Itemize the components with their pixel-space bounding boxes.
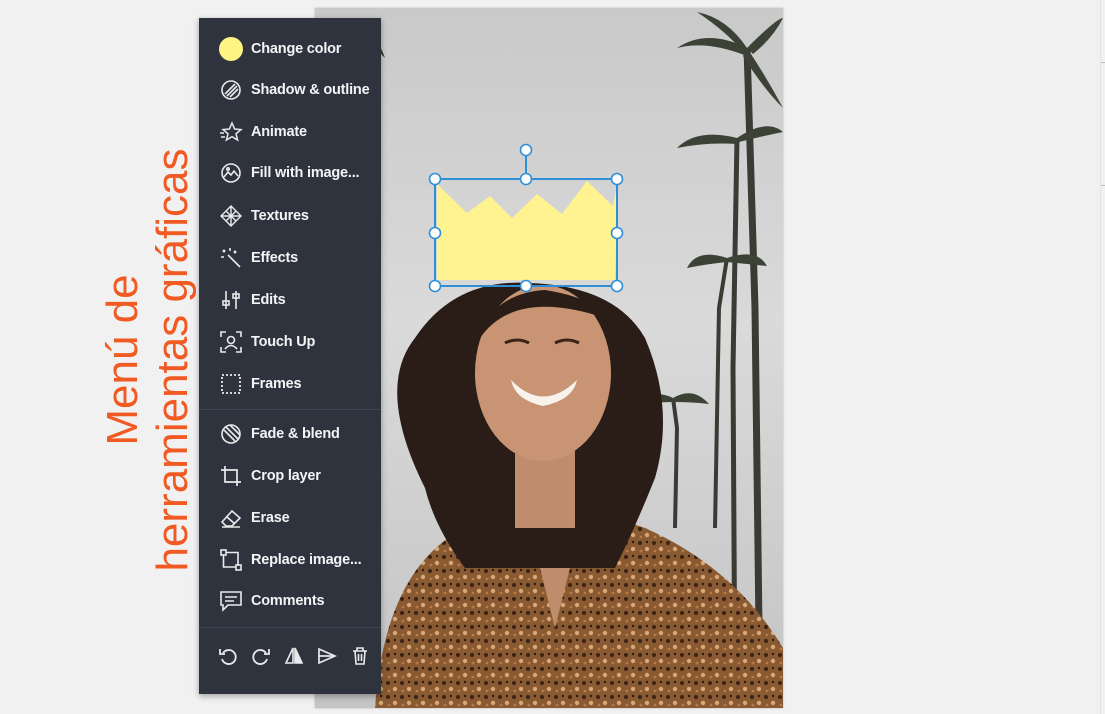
eraser-icon — [219, 506, 243, 530]
fill-image-icon — [219, 161, 243, 185]
menu-item-label: Replace image... — [251, 552, 362, 568]
send-icon[interactable] — [315, 644, 339, 668]
menu-divider — [199, 627, 381, 628]
menu-item-crop-layer[interactable]: Crop layer — [199, 456, 381, 496]
menu-item-label: Frames — [251, 376, 302, 392]
color-swatch-icon — [219, 37, 243, 61]
menu-item-animate[interactable]: Animate — [199, 112, 381, 152]
animate-star-icon — [219, 120, 243, 144]
menu-item-comments[interactable]: Comments — [199, 581, 381, 621]
menu-item-textures[interactable]: Textures — [199, 196, 381, 236]
fade-blend-icon — [219, 422, 243, 446]
trash-icon[interactable] — [348, 644, 372, 668]
menu-item-fill-with-image[interactable]: Fill with image... — [199, 153, 381, 193]
menu-item-shadow-outline[interactable]: Shadow & outline — [199, 70, 381, 110]
menu-item-label: Crop layer — [251, 468, 321, 484]
right-panel-divider — [1100, 0, 1101, 714]
replace-image-icon — [219, 548, 243, 572]
flip-icon[interactable] — [282, 644, 306, 668]
menu-item-label: Change color — [251, 41, 342, 57]
menu-item-edits[interactable]: Edits — [199, 280, 381, 320]
magic-wand-icon — [219, 246, 243, 270]
menu-item-touch-up[interactable]: Touch Up — [199, 322, 381, 362]
panel-tick — [1101, 62, 1105, 63]
menu-item-fade-blend[interactable]: Fade & blend — [199, 414, 381, 454]
menu-item-label: Fill with image... — [251, 165, 360, 181]
menu-item-label: Edits — [251, 292, 286, 308]
graphics-tools-menu: Change color Shadow & outline Animate Fi… — [199, 18, 381, 694]
menu-item-change-color[interactable]: Change color — [199, 29, 381, 69]
menu-item-label: Fade & blend — [251, 426, 340, 442]
menu-item-label: Erase — [251, 510, 290, 526]
shadow-outline-icon — [219, 78, 243, 102]
menu-item-label: Effects — [251, 250, 298, 266]
crop-icon — [219, 464, 243, 488]
menu-item-label: Textures — [251, 208, 309, 224]
frame-icon — [219, 372, 243, 396]
undo-icon[interactable] — [216, 644, 240, 668]
menu-item-label: Animate — [251, 124, 307, 140]
textures-icon — [219, 204, 243, 228]
annotation-title-line-2: herramientas gráficas — [148, 148, 197, 572]
menu-item-effects[interactable]: Effects — [199, 238, 381, 278]
annotation-title-line-1: Menú de — [98, 274, 147, 446]
face-scan-icon — [219, 330, 243, 354]
comment-icon — [219, 589, 243, 613]
menu-item-erase[interactable]: Erase — [199, 498, 381, 538]
menu-item-replace-image[interactable]: Replace image... — [199, 540, 381, 580]
menu-item-label: Shadow & outline — [251, 82, 370, 98]
menu-item-label: Comments — [251, 593, 325, 609]
redo-icon[interactable] — [249, 644, 273, 668]
menu-action-bar — [199, 638, 381, 674]
menu-divider — [199, 409, 381, 410]
sliders-icon — [219, 288, 243, 312]
menu-item-label: Touch Up — [251, 334, 316, 350]
menu-item-frames[interactable]: Frames — [199, 364, 381, 404]
photo-canvas[interactable] — [315, 8, 783, 708]
photo-illustration — [315, 8, 783, 708]
panel-tick — [1101, 185, 1105, 186]
